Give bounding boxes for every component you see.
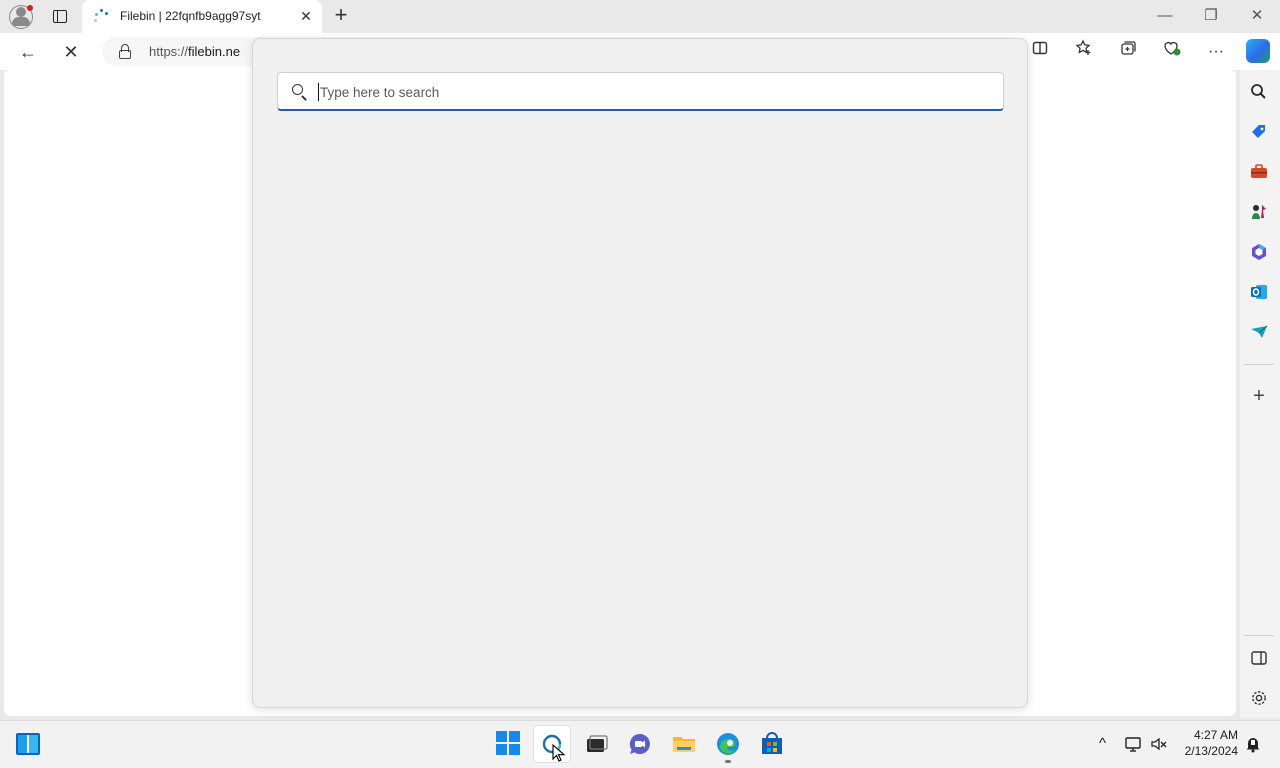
tab-actions-pane	[53, 10, 58, 23]
url-text[interactable]: https://filebin.ne	[149, 44, 240, 59]
tab-title: Filebin | 22fqnfb9agg97syt	[120, 9, 261, 23]
lock-icon[interactable]	[118, 44, 132, 59]
title-bar: Filebin | 22fqnfb9agg97syt ✕ + — ❐ ✕	[0, 0, 1280, 33]
tab-filebin[interactable]: Filebin | 22fqnfb9agg97syt ✕	[82, 0, 322, 33]
copilot-icon[interactable]	[1246, 39, 1270, 63]
lock-body	[119, 50, 131, 59]
system-clock[interactable]: 4:27 AM 2/13/2024	[1176, 727, 1238, 759]
clock-date: 2/13/2024	[1184, 744, 1238, 758]
sidebar-settings-icon[interactable]	[1249, 688, 1269, 708]
sidebar-add-button[interactable]: +	[1249, 386, 1269, 406]
search-input[interactable]	[320, 80, 980, 104]
taskbar-search-button[interactable]	[533, 725, 571, 763]
start-logo-pane	[496, 744, 507, 755]
browser-essentials-icon[interactable]	[1159, 39, 1185, 65]
start-logo-pane	[496, 731, 507, 742]
loading-spinner-icon	[94, 9, 110, 25]
search-box[interactable]	[277, 72, 1004, 111]
sidebar-shopping-icon[interactable]	[1249, 122, 1269, 142]
edge-browser-icon[interactable]	[715, 731, 741, 757]
profile-avatar[interactable]	[8, 4, 34, 30]
search-icon-handle	[301, 95, 307, 101]
text-caret	[318, 83, 319, 101]
teams-chat-icon[interactable]	[627, 731, 653, 757]
task-view-icon[interactable]	[583, 731, 609, 757]
back-button[interactable]: ←	[15, 39, 41, 65]
sidebar-outlook-icon[interactable]	[1249, 282, 1269, 302]
volume-muted-icon[interactable]	[1149, 734, 1169, 754]
edge-running-indicator	[725, 760, 731, 763]
network-icon[interactable]	[1124, 734, 1144, 754]
spinner-dot	[95, 13, 98, 16]
search-flyout	[252, 38, 1028, 708]
restore-button[interactable]: ❐	[1194, 4, 1228, 28]
tab-actions-icon[interactable]	[50, 7, 70, 27]
split-screen-icon[interactable]	[1027, 39, 1053, 65]
tab-close-button[interactable]: ✕	[298, 8, 314, 24]
profile-head	[16, 7, 26, 17]
url-host: filebin.ne	[188, 44, 241, 59]
microsoft-store-icon[interactable]	[759, 731, 785, 757]
start-logo-pane	[509, 744, 520, 755]
search-icon	[292, 84, 308, 101]
collections-icon[interactable]	[1115, 39, 1141, 65]
notification-bell-icon[interactable]	[1244, 735, 1262, 753]
sidebar-games-icon[interactable]	[1249, 202, 1269, 222]
spinner-dot	[100, 9, 103, 12]
sidebar-divider	[1244, 635, 1274, 636]
start-logo-pane	[509, 731, 520, 742]
file-explorer-icon[interactable]	[671, 731, 697, 757]
spinner-dot	[94, 19, 97, 22]
show-hidden-icons-button[interactable]: ^	[1099, 733, 1106, 755]
start-button[interactable]	[496, 731, 520, 755]
url-scheme: https://	[149, 44, 189, 59]
notification-dot	[27, 5, 33, 11]
minimize-button[interactable]: —	[1148, 4, 1182, 28]
favorites-icon[interactable]	[1071, 39, 1097, 65]
spinner-dot	[105, 12, 108, 15]
edge-sidebar: +	[1240, 70, 1280, 718]
widgets-icon[interactable]	[16, 733, 40, 755]
sidebar-search-icon[interactable]	[1249, 82, 1269, 102]
hide-sidebar-icon[interactable]	[1249, 648, 1269, 668]
sidebar-drop-icon[interactable]	[1249, 322, 1269, 342]
profile-body	[12, 17, 30, 26]
close-window-button[interactable]: ✕	[1240, 4, 1274, 28]
more-options-button[interactable]: ···	[1203, 39, 1229, 65]
search-icon-lens	[292, 84, 303, 95]
clock-time: 4:27 AM	[1193, 728, 1238, 742]
taskbar: ^ 4:27 AM 2/13/2024	[0, 720, 1280, 768]
stop-loading-button[interactable]: ✕	[58, 39, 84, 65]
sidebar-tools-icon[interactable]	[1249, 162, 1269, 182]
new-tab-button[interactable]: +	[330, 4, 352, 27]
sidebar-microsoft-365-icon[interactable]	[1249, 242, 1269, 262]
sidebar-divider	[1244, 364, 1274, 365]
